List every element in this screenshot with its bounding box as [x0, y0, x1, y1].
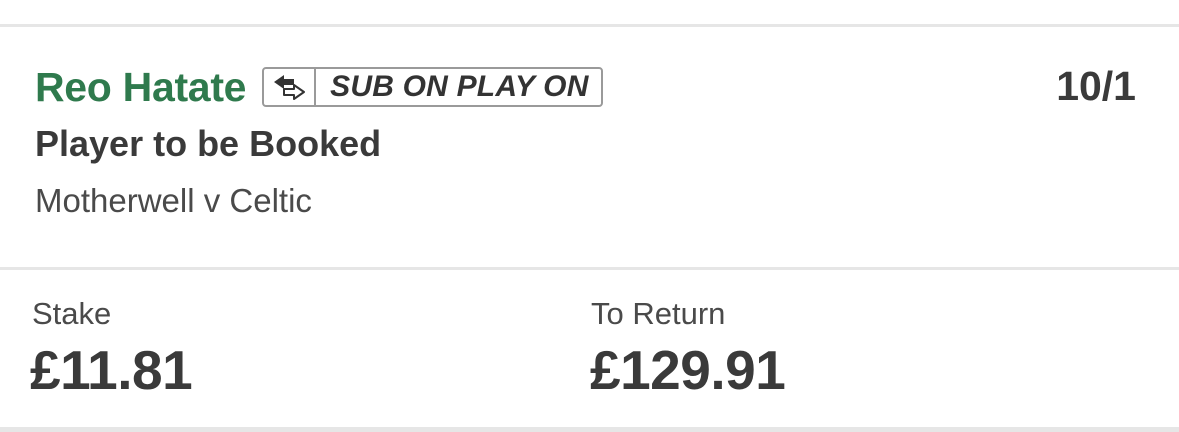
bottom-divider: [0, 427, 1179, 432]
player-name: Reo Hatate: [35, 63, 247, 110]
odds-value[interactable]: 10/1: [1056, 66, 1136, 107]
selection-header: Reo Hatate SUB ON PLAY ON: [35, 62, 603, 112]
stake-label: Stake: [32, 296, 112, 331]
swap-arrows-icon: [264, 69, 317, 105]
sub-badge-label: SUB ON PLAY ON: [330, 70, 589, 103]
to-return-amount: £129.91: [590, 339, 786, 401]
middle-divider: [0, 267, 1179, 270]
event-name: Motherwell v Celtic: [35, 182, 312, 219]
market-name: Player to be Booked: [35, 123, 382, 164]
sub-on-play-on-badge[interactable]: SUB ON PLAY ON: [262, 67, 603, 107]
stake-amount[interactable]: £11.81: [30, 343, 193, 398]
to-return-label: To Return: [591, 296, 726, 331]
